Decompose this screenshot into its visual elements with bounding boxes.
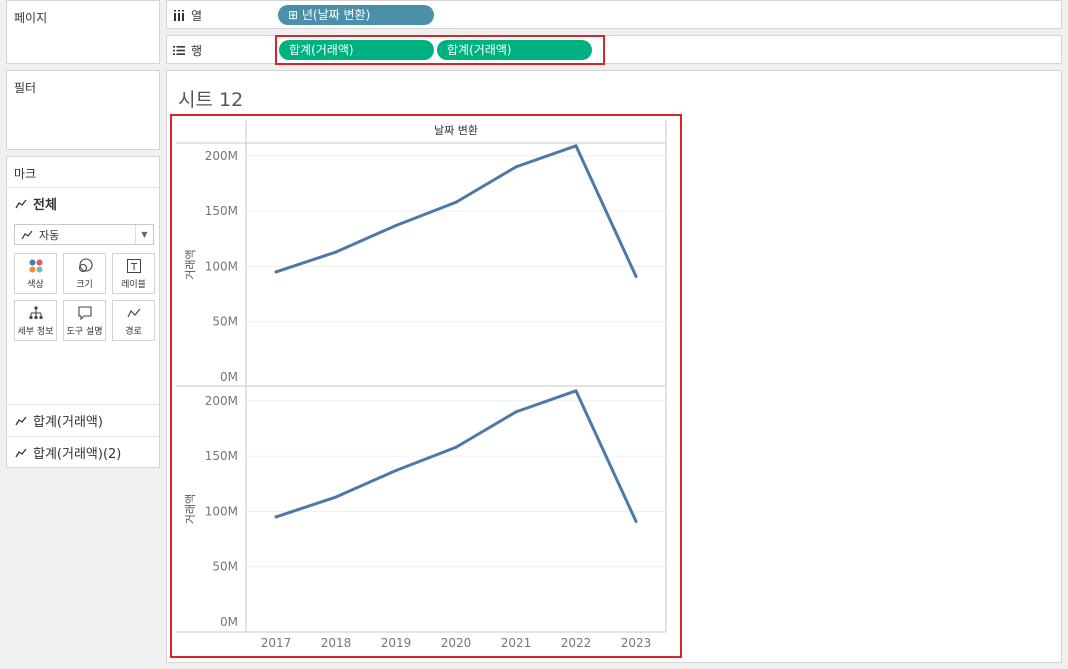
path-button[interactable]: 경로: [112, 300, 155, 341]
pages-panel: 페이지: [6, 0, 160, 64]
rows-label: 행: [191, 44, 203, 58]
label-icon: T: [126, 258, 141, 274]
detail-button-label: 세부 정보: [17, 326, 54, 337]
filters-panel[interactable]: 필터: [6, 70, 160, 150]
expand-icon: ⊞: [288, 8, 299, 22]
marks-measure-1-label: 합계(거래액): [33, 415, 103, 430]
tooltip-button-label: 도구 설명: [66, 326, 103, 337]
rows-icon: [173, 46, 185, 55]
path-icon: [126, 305, 141, 321]
marks-all-tab[interactable]: 전체: [7, 187, 159, 219]
svg-text:T: T: [129, 262, 137, 273]
columns-label: 열: [191, 9, 203, 23]
marks-measure-2-label: 합계(거래액)(2): [33, 447, 122, 462]
line-mark-icon: [15, 448, 27, 457]
tooltip-button[interactable]: 도구 설명: [63, 300, 106, 341]
columns-icon: [174, 9, 184, 21]
path-button-label: 경로: [125, 326, 142, 337]
chart-highlight: [170, 114, 682, 658]
columns-pill-label: 년(날짜 변환): [301, 8, 371, 22]
marks-panel: 마크 전체 자동 ▼ 색상 크기 T 레이블 세부 정보 도구 설명 경로 합계…: [6, 156, 160, 468]
sheet-title: 시트 12: [178, 89, 244, 111]
detail-icon: [28, 305, 43, 321]
mark-type-value: 자동: [39, 228, 60, 242]
marks-all-label: 전체: [33, 198, 57, 213]
mark-type-dropdown[interactable]: 자동 ▼: [14, 224, 154, 245]
label-button[interactable]: T 레이블: [112, 253, 155, 294]
marks-measure-2-tab[interactable]: 합계(거래액)(2): [7, 436, 159, 468]
rows-shelf-label: 행: [173, 42, 202, 59]
color-button-label: 색상: [27, 279, 44, 290]
size-icon: [77, 257, 93, 274]
color-icon: [28, 258, 44, 274]
chevron-down-icon[interactable]: ▼: [135, 225, 153, 244]
label-button-label: 레이블: [121, 279, 146, 290]
marks-title: 마크: [14, 167, 37, 181]
line-mark-icon: [15, 199, 27, 208]
rows-pills-highlight: [275, 35, 605, 65]
filters-title: 필터: [14, 81, 37, 95]
detail-button[interactable]: 세부 정보: [14, 300, 57, 341]
size-button-label: 크기: [76, 279, 93, 290]
pages-title: 페이지: [14, 11, 48, 25]
line-mark-icon: [21, 230, 33, 239]
line-mark-icon: [15, 416, 27, 425]
color-button[interactable]: 색상: [14, 253, 57, 294]
columns-pill-year[interactable]: ⊞ 년(날짜 변환): [278, 5, 434, 25]
columns-shelf-label: 열: [173, 7, 202, 24]
size-button[interactable]: 크기: [63, 253, 106, 294]
columns-shelf[interactable]: 열 ⊞ 년(날짜 변환): [166, 0, 1062, 29]
tooltip-icon: [77, 305, 92, 321]
marks-measure-1-tab[interactable]: 합계(거래액): [7, 404, 159, 436]
